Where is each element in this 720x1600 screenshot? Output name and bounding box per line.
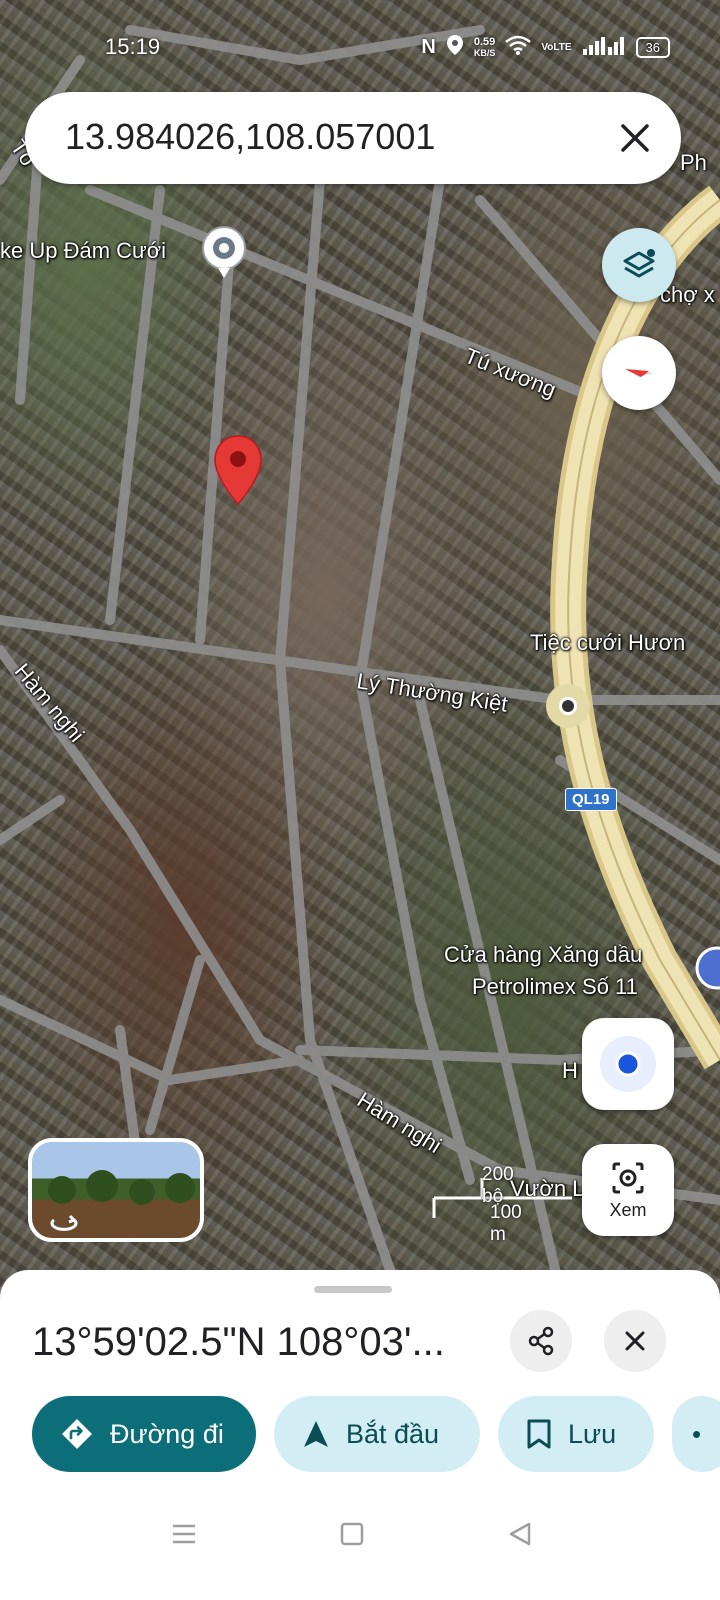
- wifi-icon: [505, 35, 532, 60]
- share-button[interactable]: [510, 1310, 572, 1372]
- menu-icon: [173, 1524, 195, 1544]
- street-view-thumbnail[interactable]: [28, 1138, 204, 1242]
- lens-icon: [612, 1162, 644, 1193]
- map-label-poi[interactable]: Petrolimex Số 11: [472, 974, 638, 1000]
- my-location-button[interactable]: [582, 1018, 674, 1110]
- compass-button[interactable]: [602, 336, 676, 410]
- close-icon: [625, 1331, 645, 1351]
- volte-label: VoLTE: [541, 42, 572, 53]
- more-icon: •: [692, 1418, 702, 1449]
- more-actions-button[interactable]: •: [672, 1396, 720, 1472]
- back-triangle-icon: [509, 1522, 531, 1546]
- directions-icon: [62, 1419, 92, 1449]
- back-button[interactable]: [500, 1514, 540, 1554]
- lens-view-label: Xem: [609, 1199, 647, 1220]
- map-label-edge: H: [562, 1058, 578, 1083]
- map-label-poi[interactable]: Cửa hàng Xăng dầu: [444, 942, 642, 968]
- home-square-icon: [340, 1522, 364, 1546]
- status-bar: 15:19 N 0.59 KB/S VoLTE 36: [0, 0, 720, 96]
- highway-shield: QL19: [565, 788, 617, 811]
- sheet-drag-handle[interactable]: [314, 1286, 392, 1293]
- battery-icon: 36: [635, 37, 670, 58]
- save-label: Lưu: [568, 1418, 617, 1449]
- home-button[interactable]: [332, 1514, 372, 1554]
- clear-search-button[interactable]: [611, 114, 659, 162]
- roundabout-marker: [546, 684, 590, 728]
- status-time: 15:19: [105, 34, 161, 59]
- layers-button[interactable]: [602, 228, 676, 302]
- status-icons: N 0.59 KB/S VoLTE 36: [421, 34, 670, 61]
- bookmark-icon: [527, 1419, 551, 1449]
- close-icon: [621, 124, 649, 152]
- road-network: [0, 25, 720, 1295]
- recent-apps-button[interactable]: [164, 1514, 204, 1554]
- poi-pin-icon[interactable]: [200, 224, 248, 280]
- map-label-poi[interactable]: Tiệc cưới Hươn: [530, 630, 685, 656]
- start-navigation-button[interactable]: Bắt đầu: [274, 1396, 480, 1472]
- scale-metric: 100 m: [490, 1202, 522, 1245]
- my-location-icon: [600, 1036, 656, 1092]
- system-navigation-bar: [0, 1480, 720, 1600]
- compass-icon: [625, 369, 653, 377]
- action-buttons-row: Đường đi Bắt đầu Lưu •: [32, 1396, 720, 1472]
- layers-icon: [623, 249, 655, 278]
- lens-view-button[interactable]: Xem: [582, 1144, 674, 1236]
- satellite-map[interactable]: Tô Ph ke Up Đám Cưới chợ x Tú xương Tiệc…: [0, 0, 720, 1320]
- search-query-text[interactable]: 13.984026,108.057001: [65, 116, 435, 158]
- directions-label: Đường đi: [110, 1418, 224, 1449]
- navigation-arrow-icon: [304, 1421, 328, 1447]
- map-label-poi[interactable]: ke Up Đám Cưới: [0, 238, 166, 264]
- location-icon: [446, 34, 464, 61]
- map-label-edge: Ph: [680, 150, 707, 175]
- start-label: Bắt đầu: [346, 1418, 440, 1449]
- directions-button[interactable]: Đường đi: [32, 1396, 256, 1472]
- place-title: 13°59'02.5"N 108°03'...: [32, 1320, 445, 1364]
- search-bar[interactable]: 13.984026,108.057001: [25, 92, 681, 184]
- save-button[interactable]: Lưu: [498, 1396, 654, 1472]
- network-speed: 0.59 KB/S: [473, 35, 496, 58]
- nfc-icon: N: [421, 36, 436, 58]
- close-sheet-button[interactable]: [604, 1310, 666, 1372]
- signal-icon: [582, 35, 626, 60]
- dropped-pin-icon[interactable]: [212, 434, 264, 506]
- share-icon: [528, 1326, 554, 1356]
